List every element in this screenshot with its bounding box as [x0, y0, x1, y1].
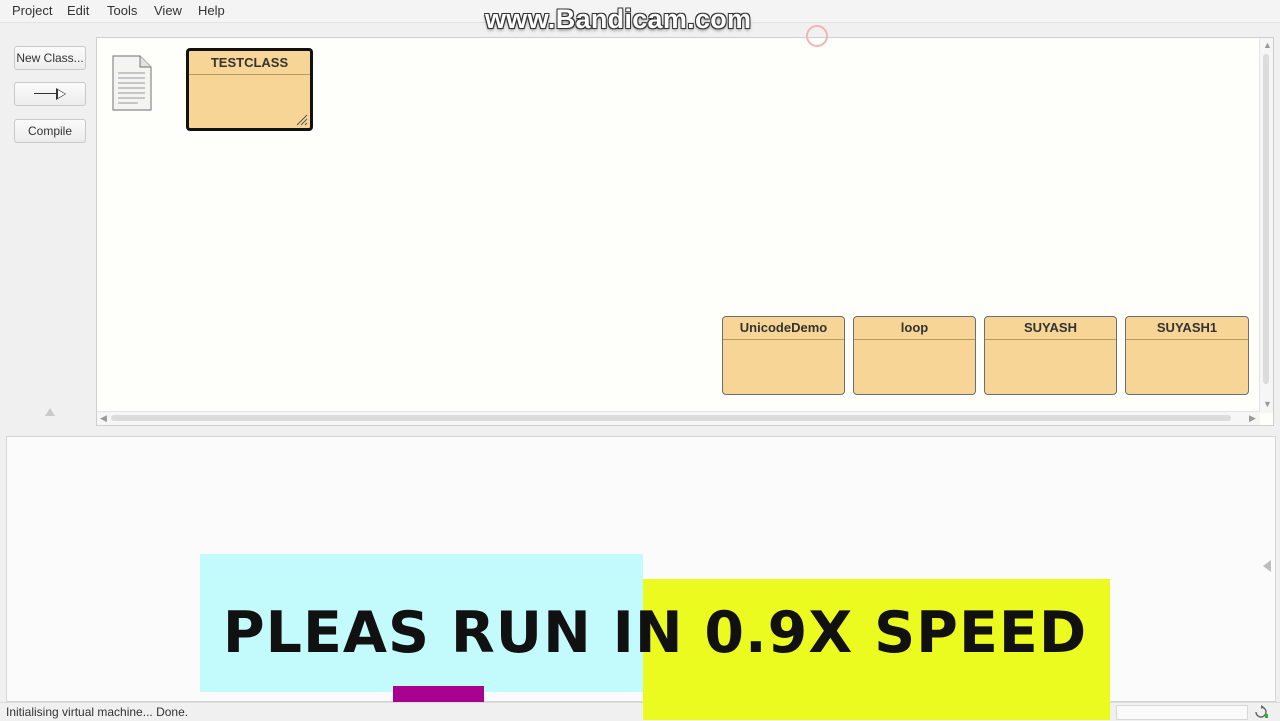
- class-name: TESTCLASS: [189, 52, 310, 75]
- banner-accent-bar: [393, 686, 484, 702]
- reset-machine-icon[interactable]: [1254, 705, 1268, 718]
- vertical-scroll-thumb[interactable]: [1263, 54, 1269, 384]
- class-diagram-canvas[interactable]: TESTCLASS UnicodeDemo loop SUYASH SUYASH…: [96, 37, 1274, 426]
- status-field: [1116, 705, 1248, 720]
- horizontal-scrollbar[interactable]: ◀ ▶: [97, 411, 1260, 425]
- new-inheritance-button[interactable]: [14, 82, 86, 106]
- recorder-watermark: www.Bandicam.com: [485, 4, 752, 34]
- class-box-suyash[interactable]: SUYASH: [984, 316, 1117, 395]
- class-name: SUYASH1: [1126, 317, 1248, 340]
- scroll-down-icon[interactable]: ▼: [1263, 400, 1272, 409]
- menu-view[interactable]: View: [154, 3, 182, 18]
- class-box-loop[interactable]: loop: [853, 316, 976, 395]
- menu-tools[interactable]: Tools: [107, 3, 137, 18]
- expand-left-icon[interactable]: [1263, 560, 1271, 572]
- menu-edit[interactable]: Edit: [67, 3, 89, 18]
- new-class-button[interactable]: New Class...: [14, 46, 86, 70]
- mouse-cursor-indicator-icon: [806, 25, 828, 47]
- inheritance-arrow-icon: [34, 88, 66, 100]
- menu-help[interactable]: Help: [198, 3, 225, 18]
- class-name: loop: [854, 317, 975, 340]
- class-name: SUYASH: [985, 317, 1116, 340]
- class-box-suyash1[interactable]: SUYASH1: [1125, 316, 1249, 395]
- compile-button[interactable]: Compile: [14, 119, 86, 143]
- scroll-left-icon[interactable]: ◀: [100, 414, 107, 423]
- scroll-up-icon[interactable]: ▲: [1263, 41, 1272, 50]
- class-name: UnicodeDemo: [723, 317, 844, 340]
- vertical-scrollbar[interactable]: ▲ ▼: [1259, 38, 1273, 413]
- speed-notice-banner: PLEAS RUN IN 0.9X SPEED: [222, 600, 1088, 666]
- menu-project[interactable]: Project: [12, 3, 52, 18]
- scroll-right-icon[interactable]: ▶: [1249, 414, 1256, 423]
- status-message: Initialising virtual machine... Done.: [6, 705, 189, 719]
- resize-grip-icon[interactable]: [296, 114, 308, 126]
- collapse-up-icon[interactable]: [45, 408, 55, 416]
- class-box-testclass[interactable]: TESTCLASS: [186, 48, 313, 131]
- horizontal-scroll-thumb[interactable]: [111, 415, 1231, 421]
- class-box-unicodedemo[interactable]: UnicodeDemo: [722, 316, 845, 395]
- readme-document-icon[interactable]: [112, 55, 152, 111]
